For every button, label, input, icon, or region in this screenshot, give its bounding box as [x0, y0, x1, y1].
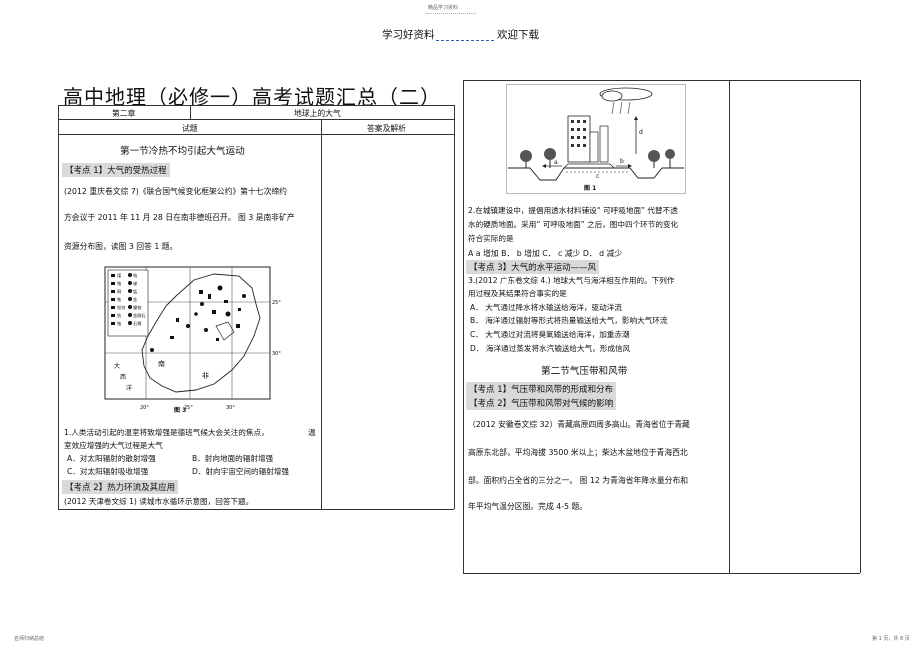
q2-intro: (2012 天津卷文综 1) 读城市水循环示意图，回答下题。	[64, 497, 254, 506]
svg-text:铅锌: 铅锌	[117, 304, 126, 311]
q3-option-d: D． 海洋通过蒸发将水汽输送给大气，形成信风	[470, 344, 631, 353]
right-table-col-split	[729, 80, 730, 573]
q4-intro-line4: 年平均气温分区图。完成 4-5 题。	[468, 502, 588, 511]
right-table-top	[463, 80, 860, 81]
svg-text:南: 南	[158, 359, 165, 368]
svg-text:铀: 铀	[117, 320, 121, 327]
q1-intro-line1: (2012 重庆卷文综 7)《联合国气候变化框架公约》第十七次缔约	[64, 187, 287, 196]
svg-text:金刚石: 金刚石	[133, 312, 146, 319]
urban-water-cycle-figure: a b c d 图 1	[506, 84, 686, 194]
col-questions-header: 试题	[182, 124, 198, 133]
svg-text:西: 西	[120, 374, 126, 381]
q3-option-a: A． 大气通过降水将水输送给海洋，驱动洋流	[470, 303, 622, 312]
svg-text:20°: 20°	[140, 405, 149, 411]
q3-option-c: C． 大气通过对流将臭氧输送给海洋，加重赤潮	[470, 330, 630, 339]
left-table-top	[58, 105, 454, 106]
svg-text:铜: 铜	[117, 288, 121, 295]
left-table-col-split	[321, 119, 322, 509]
q4-intro-line2: 高原东北部，平均海拔 3500 米以上；柴达木盆地位于青海西北	[468, 448, 688, 457]
south-africa-map: 煤铂 铬锑 铜锰 铁金 铅锌 镍铂 钒金刚石 铀石棉 南 非 大 西 洋 25° …	[104, 266, 281, 414]
svg-text:a: a	[554, 159, 558, 166]
q2-stem-line1: 2.在城镇建设中，提倡用透水材料铺设“ 可呼吸地面” 代替不透	[468, 206, 678, 215]
svg-text:30°: 30°	[226, 405, 235, 411]
left-table-row1	[58, 119, 454, 120]
right-table-bottom	[463, 573, 860, 574]
svg-text:锑: 锑	[133, 280, 137, 287]
section-heading-1: 第一节冷热不均引起大气运动	[120, 146, 245, 157]
left-table-row2	[58, 134, 454, 135]
q4-intro-line1: （2012 安徽卷文综 32）青藏高原四周多高山。青海省位于青藏	[468, 420, 690, 429]
svg-text:图 1: 图 1	[584, 184, 596, 192]
right-table-right	[860, 80, 861, 573]
svg-text:d: d	[639, 129, 643, 136]
svg-text:图 3: 图 3	[174, 406, 186, 414]
banner-left: 学习好资料	[382, 29, 435, 41]
svg-text:c: c	[596, 173, 599, 180]
q2-stem-line2: 水的硬质地面。采用“ 可呼吸地面” 之后，图中四个环节的变化	[468, 220, 679, 229]
svg-text:非: 非	[202, 371, 209, 380]
q1-intro-line3: 资源分布图，读图 3 回答 1 题。	[64, 242, 178, 251]
q2-stem-line3: 符合实际的是	[468, 234, 514, 243]
kaodian-1: 【考点 1】大气的受热过程	[62, 163, 170, 177]
left-table-bottom	[58, 509, 454, 510]
svg-text:大: 大	[114, 362, 120, 370]
kaodian-4: 【考点 1】气压带和风带的形成和分布	[466, 382, 617, 396]
q3-stem-line2: 用过程及其结果符合事实的是	[468, 289, 567, 298]
right-table-left	[463, 80, 464, 573]
top-watermark-text: 精品学习资料	[428, 5, 459, 11]
q1-option-b: B．射向地面的辐射增强	[192, 454, 274, 463]
chapter-title: 地球上的大气	[294, 109, 341, 118]
q1-stem-line1-end: 温	[308, 428, 316, 437]
svg-text:b: b	[620, 158, 624, 165]
svg-text:铂: 铂	[133, 272, 137, 279]
q4-intro-line3: 部。面积约占全省的三分之一。 图 12 为青海省年降水量分布和	[468, 476, 689, 485]
svg-text:石棉: 石棉	[133, 320, 141, 327]
kaodian-3: 【考点 3】大气的水平运动——风	[466, 260, 600, 274]
svg-text:30°: 30°	[272, 351, 281, 357]
left-table-left	[58, 105, 59, 509]
q3-option-b: B． 海洋通过辐射等形式将热量输送给大气，影响大气环流	[470, 316, 668, 325]
top-watermark-line	[426, 13, 476, 14]
banner-right: 欢迎下载	[497, 29, 539, 41]
q1-stem-line1: 1.人类活动引起的温室将致增强是德班气候大会关注的焦点，	[64, 428, 269, 437]
footer-left: 名师归纳总结	[14, 636, 45, 642]
section-heading-2: 第二节气压带和风带	[541, 366, 628, 377]
svg-text:镍铂: 镍铂	[133, 304, 141, 311]
q1-option-a: A．对太阳辐射的散射增强	[67, 454, 156, 463]
col-answers-header: 答案及解析	[367, 124, 406, 133]
q1-stem-line2: 室效应增强的大气过程是大气	[64, 441, 163, 450]
q2-options: A a 增加 B． b 增加 C． c 减少 D． d 减少	[468, 249, 623, 258]
kaodian-2: 【考点 2】热力环流及其应用	[62, 480, 179, 494]
left-table-right	[454, 105, 455, 509]
q1-option-d: D．射向宇宙空间的辐射增强	[192, 467, 289, 476]
svg-text:洋: 洋	[126, 384, 132, 392]
chapter-label: 第二章	[112, 109, 136, 118]
footer-page-number: 第 1 页，共 8 页	[872, 636, 910, 642]
kaodian-5: 【考点 2】气压带和风带对气候的影响	[466, 396, 617, 410]
banner-divider	[436, 40, 494, 41]
left-table-hdr-split	[190, 105, 191, 119]
q1-option-c: C．对太阳辐射吸收增强	[67, 467, 149, 476]
q1-intro-line2: 方会议于 2011 年 11 月 28 日在南非德班召开。 图 3 是南非矿产	[64, 213, 295, 222]
q3-stem-line1: 3.(2012 广东卷文综 4.) 地球大气与海洋相互作用的。下列作	[468, 276, 675, 285]
svg-text:25°: 25°	[272, 300, 281, 306]
